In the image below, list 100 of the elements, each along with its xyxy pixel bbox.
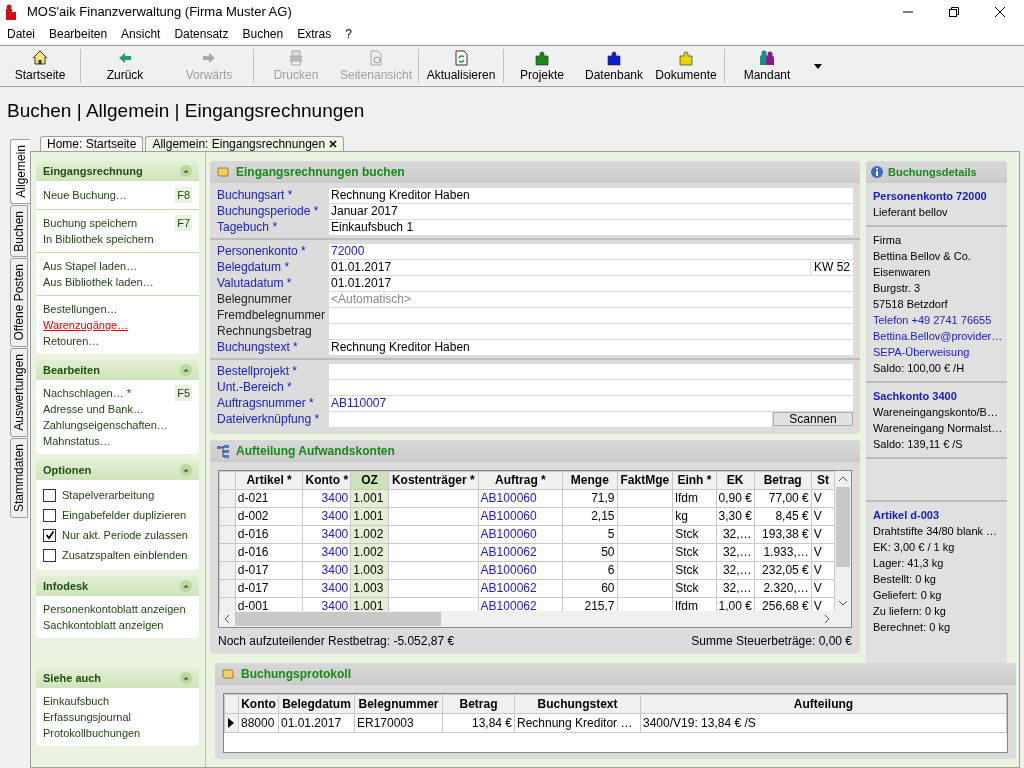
column-header[interactable]: Kostenträger * <box>388 471 479 490</box>
toolbar-button[interactable]: Projekte <box>506 46 578 86</box>
detail-link[interactable]: Bettina.Bellov@provider… <box>873 328 1000 344</box>
collapse-icon[interactable] <box>180 580 192 592</box>
restore-icon[interactable] <box>948 6 960 18</box>
input-field[interactable]: Rechnung Kreditor Haben <box>329 339 853 355</box>
scroll-down-icon[interactable] <box>838 599 848 607</box>
column-header[interactable]: Aufteilung <box>640 694 1007 714</box>
sidebar-link[interactable]: Aus Bibliothek laden… <box>43 273 154 291</box>
input-field[interactable]: Rechnung Kreditor Haben <box>329 187 853 203</box>
menu-item[interactable]: Ansicht <box>116 25 166 43</box>
sidebar-link[interactable]: Nachschlagen… * <box>43 384 132 402</box>
column-header[interactable]: FaktMge <box>617 471 673 490</box>
column-header[interactable]: Belegnummer <box>354 694 443 714</box>
checkbox-label[interactable]: Stapelverarbeitung <box>62 486 155 504</box>
input-field[interactable] <box>329 307 853 323</box>
column-header[interactable]: Belegdatum <box>278 694 355 714</box>
sidebar-link[interactable]: Einkaufsbuch <box>43 692 110 710</box>
input-field[interactable]: 01.01.2017 <box>329 259 810 275</box>
checkbox-label[interactable]: Nur akt. Periode zulassen <box>62 526 188 544</box>
menu-item[interactable]: Datei <box>2 25 40 43</box>
input-field[interactable]: AB110007 <box>329 395 853 411</box>
scroll-up-icon[interactable] <box>838 475 848 483</box>
section-header[interactable]: Eingangsrechnung <box>36 161 199 181</box>
detail-link[interactable]: Telefon +49 2741 76655 <box>873 312 1000 328</box>
collapse-icon[interactable] <box>180 165 192 177</box>
sidebar-link[interactable]: Zahlungseigenschaften… <box>43 416 168 434</box>
checkbox[interactable] <box>43 528 56 542</box>
checkbox-label[interactable]: Eingabefelder duplizieren <box>62 506 187 524</box>
column-header[interactable]: Auftrag * <box>478 471 563 490</box>
input-field[interactable]: Einkaufsbuch 1 <box>329 219 853 235</box>
vertical-scrollbar[interactable] <box>835 471 851 611</box>
input-field[interactable] <box>329 379 853 395</box>
sidebar-link[interactable]: Buchung speichern <box>43 214 138 232</box>
side-tab[interactable]: Buchen <box>10 204 28 258</box>
input-field[interactable]: 72000 <box>329 243 853 259</box>
toolbar-button[interactable]: Zurück <box>83 46 167 86</box>
sidebar-link[interactable]: Aus Stapel laden… <box>43 257 138 275</box>
sidebar-link[interactable]: Retouren… <box>43 332 100 350</box>
horizontal-scrollbar[interactable] <box>219 611 851 627</box>
close-icon[interactable] <box>994 6 1006 18</box>
dropdown-caret-icon[interactable] <box>813 62 823 70</box>
section-header[interactable]: Optionen <box>36 460 199 480</box>
menu-item[interactable]: Buchen <box>237 25 289 43</box>
column-header[interactable]: EK <box>716 471 755 490</box>
close-tab-icon[interactable] <box>329 140 338 148</box>
sidebar-link[interactable]: Sachkontoblatt anzeigen <box>43 616 164 634</box>
collapse-icon[interactable] <box>180 364 192 376</box>
column-header[interactable]: Artikel * <box>235 471 303 490</box>
scroll-left-icon[interactable] <box>223 614 231 624</box>
toolbar-button[interactable]: Startseite <box>2 46 78 86</box>
scroll-right-icon[interactable] <box>823 614 831 624</box>
input-field[interactable] <box>329 323 853 339</box>
sidebar-link[interactable]: Neue Buchung… <box>43 186 127 204</box>
checkbox[interactable] <box>43 548 56 562</box>
collapse-icon[interactable] <box>180 672 192 684</box>
checkbox[interactable] <box>43 508 56 522</box>
column-header[interactable]: Betrag <box>442 694 515 714</box>
sidebar-link[interactable]: Warenzugänge… <box>43 316 129 334</box>
column-header[interactable]: St <box>811 471 835 490</box>
sidebar-link[interactable]: Erfassungsjournal <box>43 708 132 726</box>
input-field[interactable]: <Automatisch> <box>329 291 853 307</box>
column-header[interactable]: Konto * <box>302 471 351 490</box>
document-tab[interactable]: Home: Startseite <box>40 136 144 151</box>
column-header[interactable]: Menge <box>562 471 618 490</box>
input-field[interactable]: Januar 2017 <box>329 203 853 219</box>
document-tab[interactable]: Allgemein: Eingangsrechnungen <box>145 136 345 151</box>
side-tab[interactable]: Offene Posten <box>10 258 28 347</box>
toolbar-button[interactable]: Dokumente <box>650 46 722 86</box>
collapse-icon[interactable] <box>180 464 192 476</box>
toolbar-button[interactable]: Aktualisieren <box>421 46 501 86</box>
toolbar-button[interactable]: Datenbank <box>578 46 650 86</box>
input-field[interactable] <box>329 363 853 379</box>
scan-button[interactable]: Scannen <box>773 412 853 426</box>
sidebar-link[interactable]: Bestellungen… <box>43 300 118 318</box>
detail-link[interactable]: SEPA-Überweisung <box>873 344 1000 360</box>
input-field[interactable]: 01.01.2017 <box>329 275 853 291</box>
sidebar-link[interactable]: In Bibliothek speichern <box>43 230 154 248</box>
side-tab[interactable]: Allgemein <box>10 139 30 204</box>
column-header[interactable]: Buchungstext <box>514 694 641 714</box>
menu-item[interactable]: Datensatz <box>169 25 234 43</box>
column-header[interactable]: OZ <box>350 471 389 490</box>
side-tab[interactable]: Auswertungen <box>10 347 28 437</box>
input-field[interactable] <box>329 411 772 427</box>
side-tab[interactable]: Stammdaten <box>10 437 28 518</box>
sidebar-link[interactable]: Adresse und Bank… <box>43 400 144 418</box>
column-header[interactable]: Betrag <box>754 471 812 490</box>
menu-item[interactable]: ? <box>340 25 357 43</box>
sidebar-link[interactable]: Personenkontoblatt anzeigen <box>43 600 186 618</box>
checkbox-label[interactable]: Zusatzspalten einblenden <box>62 546 188 564</box>
sidebar-link[interactable]: Protokollbuchungen <box>43 724 141 742</box>
sidebar-link[interactable]: Mahnstatus… <box>43 432 111 450</box>
toolbar-button[interactable]: Mandant <box>727 46 807 86</box>
section-header[interactable]: Siehe auch <box>36 668 199 688</box>
menu-item[interactable]: Extras <box>292 25 337 43</box>
menu-item[interactable]: Bearbeiten <box>44 25 113 43</box>
section-header[interactable]: Bearbeiten <box>36 360 199 380</box>
column-header[interactable]: Einh * <box>672 471 717 490</box>
section-header[interactable]: Infodesk <box>36 576 199 596</box>
column-header[interactable]: Konto <box>238 694 279 714</box>
